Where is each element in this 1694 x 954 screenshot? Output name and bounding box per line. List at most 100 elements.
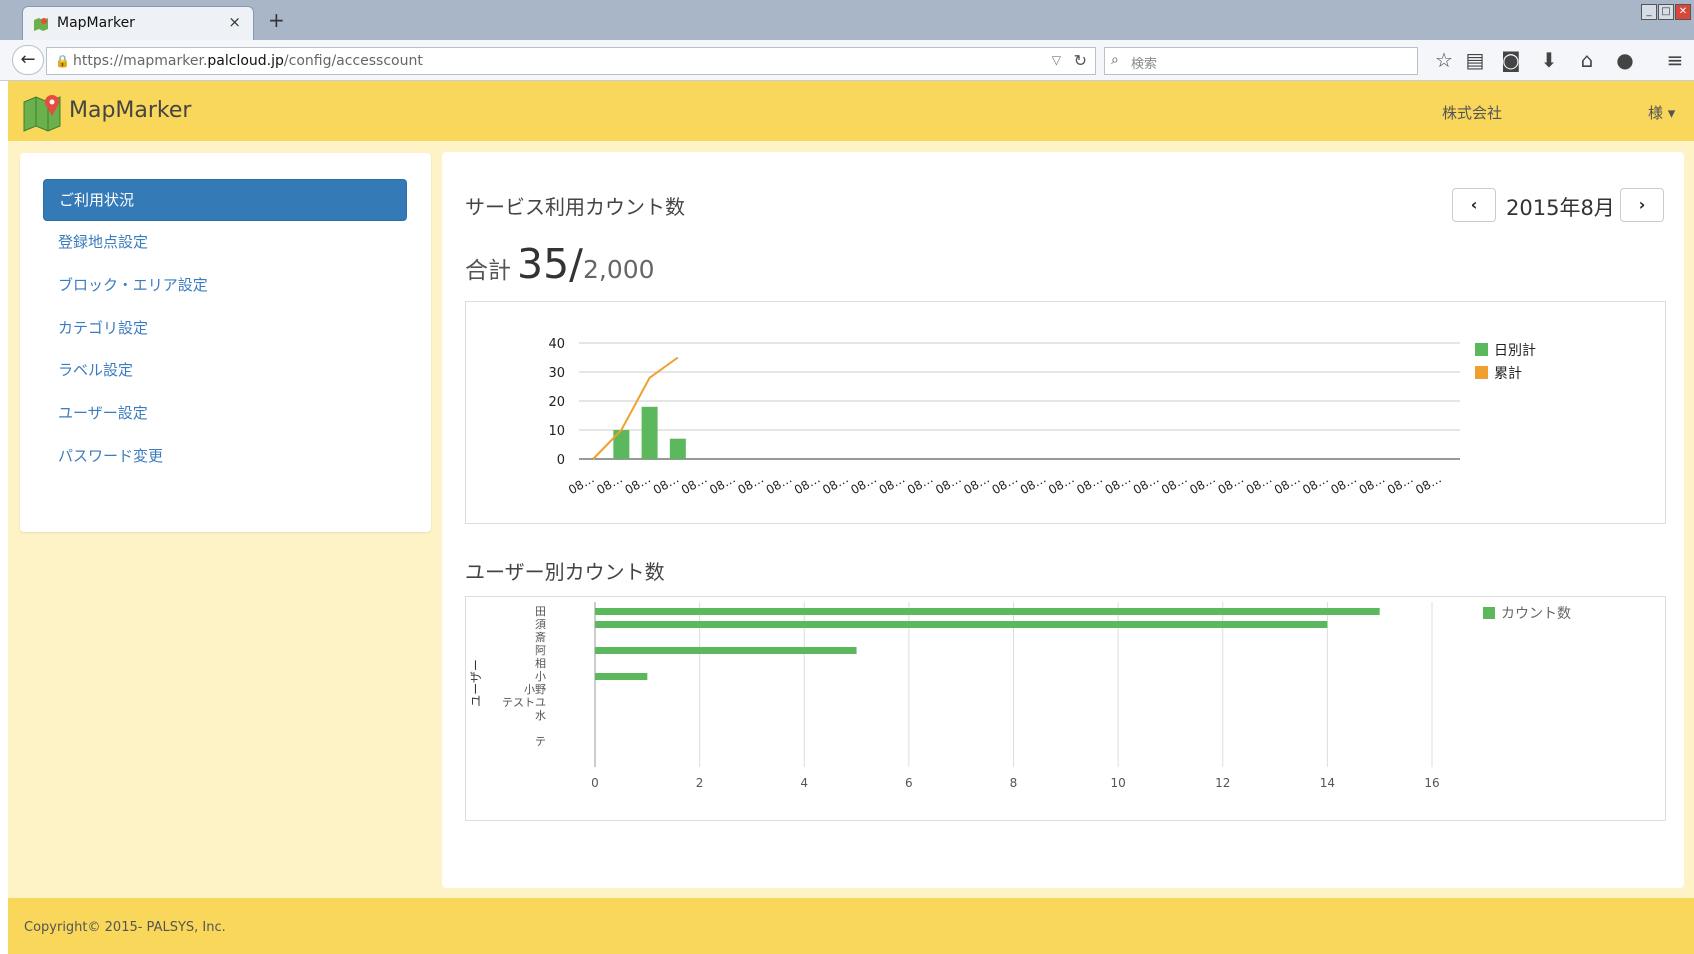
bar-0	[595, 608, 1380, 615]
x-tick-label: 08…	[566, 471, 597, 497]
legend-swatch	[1475, 343, 1488, 356]
browser-tab[interactable]: MapMarker ×	[22, 6, 254, 40]
sidebar-item-usage[interactable]: ご利用状況	[43, 179, 407, 221]
x-tick-label: 08…	[990, 471, 1021, 497]
y-axis-label: ユーザー	[469, 659, 483, 707]
window-controls: _ □ ✕	[1640, 4, 1694, 24]
x-tick-label: 8	[1010, 776, 1018, 790]
reader-icon[interactable]: ▤	[1462, 48, 1488, 72]
page-title: サービス利用カウント数	[465, 195, 685, 219]
pocket-icon[interactable]: ◙	[1498, 48, 1524, 72]
search-icon: ⌕	[1111, 52, 1119, 68]
x-tick-label: 08…	[820, 471, 851, 497]
x-tick-label: 12	[1215, 776, 1230, 790]
new-tab-icon[interactable]: +	[268, 8, 285, 32]
copyright-text: Copyright© 2015- PALSYS, Inc.	[24, 920, 226, 935]
bar-5	[595, 673, 648, 680]
total-value: 35/	[517, 240, 583, 288]
sidebar: ご利用状況 登録地点設定 ブロック・エリア設定 カテゴリ設定 ラベル設定 ユーザ…	[20, 153, 431, 532]
url-bar[interactable]: 🔒 https://mapmarker.palcloud.jp/config/a…	[46, 47, 1096, 75]
x-tick-label: 08…	[1244, 471, 1275, 497]
legend-swatch	[1475, 366, 1488, 379]
maximize-icon[interactable]: □	[1658, 4, 1674, 20]
x-tick-label: 08…	[622, 471, 653, 497]
x-tick-label: 16	[1424, 776, 1439, 790]
mapmarker-favicon-icon	[34, 18, 48, 31]
legend-swatch	[1483, 607, 1495, 619]
x-tick-label: 08…	[1131, 471, 1162, 497]
user-count-chart-svg: 0 2 4 6 8 10 12 14 16 田須斎阿相小小野テストユ水テ ユーザー カウント数	[469, 602, 1571, 790]
brand-name[interactable]: MapMarker	[69, 98, 191, 123]
prev-month-button[interactable]: ‹	[1452, 188, 1496, 222]
app-body: ご利用状況 登録地点設定 ブロック・エリア設定 カテゴリ設定 ラベル設定 ユーザ…	[8, 141, 1694, 898]
x-tick-label: 08…	[877, 471, 908, 497]
month-navigator: ‹ 2015年8月 ›	[1452, 188, 1668, 222]
y-tick-label: 相	[535, 657, 546, 670]
url-dropdown-icon[interactable]: ▽	[1052, 53, 1061, 67]
star-icon[interactable]: ☆	[1431, 48, 1457, 72]
y-tick-label: 小野	[524, 683, 546, 696]
x-tick-label: 08…	[1413, 471, 1444, 497]
x-tick-label: 08…	[933, 471, 964, 497]
window-close-icon[interactable]: ✕	[1675, 4, 1691, 20]
download-icon[interactable]: ⬇	[1536, 48, 1562, 72]
bar-3	[595, 647, 857, 654]
tab-title: MapMarker	[57, 15, 135, 31]
back-arrow-icon[interactable]: ←	[12, 45, 44, 75]
sidebar-item-locations[interactable]: 登録地点設定	[43, 221, 407, 263]
minimize-icon[interactable]: _	[1641, 4, 1657, 20]
total-cap: 2,000	[582, 255, 655, 284]
x-tick-label: 10	[1110, 776, 1125, 790]
app-header: MapMarker 株式会社 様 ▾	[8, 81, 1694, 141]
y-tick-label: 0	[557, 453, 565, 468]
lock-icon: 🔒	[55, 54, 70, 68]
x-tick-label: 08…	[1102, 471, 1133, 497]
x-tick-label: 08…	[1187, 471, 1218, 497]
total-count: 合計 35/2,000	[465, 240, 655, 290]
sidebar-item-users[interactable]: ユーザー設定	[43, 392, 407, 434]
x-tick-label: 2	[696, 776, 704, 790]
browser-nav-bar: ← 🔒 https://mapmarker.palcloud.jp/config…	[0, 40, 1694, 81]
tab-close-icon[interactable]: ×	[228, 13, 241, 31]
user-menu-dropdown[interactable]: 様 ▾	[1648, 102, 1675, 123]
x-tick-label: 0	[591, 776, 599, 790]
x-tick-label: 08…	[679, 471, 710, 497]
sidebar-item-category[interactable]: カテゴリ設定	[43, 307, 407, 349]
legend-label: カウント数	[1501, 606, 1571, 622]
y-tick-label: 小	[535, 670, 546, 683]
reload-icon[interactable]: ↻	[1074, 51, 1087, 70]
footer: Copyright© 2015- PALSYS, Inc.	[8, 898, 1694, 954]
next-month-button[interactable]: ›	[1620, 188, 1664, 222]
search-placeholder: 検索	[1131, 57, 1158, 72]
x-tick-label: 08…	[905, 471, 936, 497]
mapmarker-logo-icon[interactable]	[22, 92, 64, 132]
x-tick-label: 08…	[1046, 471, 1077, 497]
company-name: 株式会社	[1442, 104, 1503, 122]
home-icon[interactable]: ⌂	[1574, 48, 1600, 72]
sidebar-item-password[interactable]: パスワード変更	[43, 435, 407, 477]
sidebar-item-block-area[interactable]: ブロック・エリア設定	[43, 264, 407, 306]
sidebar-item-label[interactable]: ラベル設定	[43, 349, 407, 391]
total-label: 合計	[465, 258, 511, 284]
y-tick-label: 斎	[535, 630, 546, 644]
y-tick-label: 須	[535, 618, 546, 631]
y-tick-label: 阿	[535, 644, 546, 657]
y-tick-label: テストユ	[502, 696, 546, 709]
x-tick-label: 08…	[1385, 471, 1416, 497]
daily-count-chart-svg: 01020304008…08…08…08…08…08…08…08…08…08…0…	[548, 337, 1536, 497]
x-tick-label: 08…	[594, 471, 625, 497]
user-section-title: ユーザー別カウント数	[465, 560, 665, 584]
y-tick-label: 田	[535, 605, 546, 618]
x-tick-label: 14	[1320, 776, 1335, 790]
x-tick-label: 08…	[961, 471, 992, 497]
daily-count-chart: 0 10 20 30 40 08… 08… 08… 08… 08… 08… 08… 08… 08… 08… 0…	[465, 301, 1666, 524]
menu-icon[interactable]: ≡	[1662, 48, 1688, 72]
search-bar[interactable]: ⌕ 検索	[1104, 47, 1418, 75]
legend-label: 累計	[1494, 366, 1522, 382]
user-count-chart: 0 2 4 6 8 10 12 14 16 田須斎阿相小小野 テストユ水テ ユーザー カウント数	[465, 596, 1666, 821]
x-tick-label: 08…	[735, 471, 766, 497]
main-panel: サービス利用カウント数 ‹ 2015年8月 › 合計 35/2,000 0 10 20…	[442, 152, 1684, 888]
chat-icon[interactable]: ●	[1612, 48, 1638, 72]
x-tick-label: 4	[800, 776, 808, 790]
y-tick-label: 水	[535, 709, 546, 722]
